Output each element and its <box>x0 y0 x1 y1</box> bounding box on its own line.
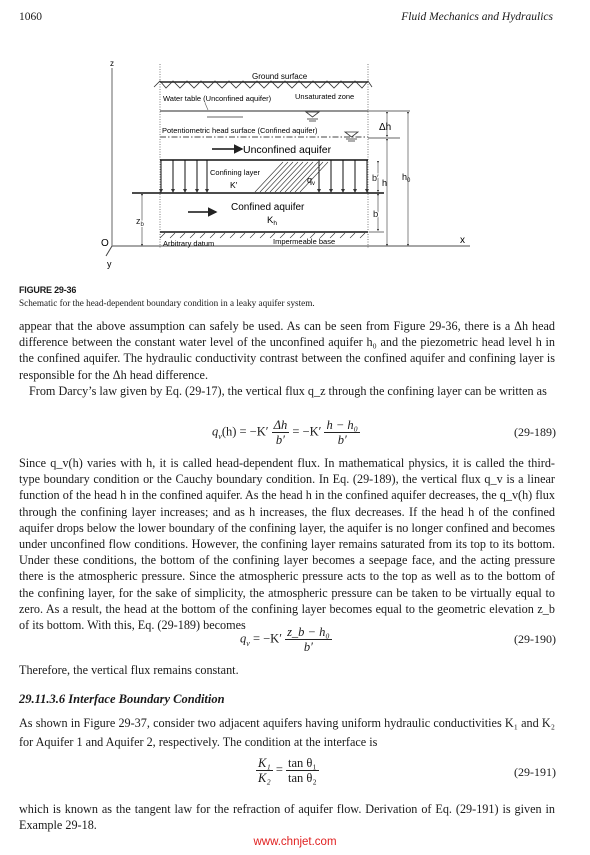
base-hatch-line <box>159 232 166 239</box>
eq189-frac1: Δh b′ <box>271 418 290 447</box>
base-hatch-line <box>189 232 196 239</box>
watermark[interactable]: www.chnjet.com <box>0 836 590 848</box>
eq189-number: (29-189) <box>514 425 556 439</box>
aquifer-schematic: z x y O Ground surface Water table (Unco… <box>101 59 470 269</box>
zb-label: zb <box>136 216 145 228</box>
paragraph-5: As shown in Figure 29-37, consider two a… <box>19 716 555 749</box>
eq191-frac2: tan θ₁ tan θ₂ <box>286 756 319 785</box>
confining-k-label: K′ <box>230 180 238 190</box>
page-number: 1060 <box>19 11 42 23</box>
base-hatch-line <box>349 232 356 239</box>
b-prime-label: b′ <box>372 173 379 183</box>
base-hatch-line <box>219 232 226 239</box>
eq190-number: (29-190) <box>514 632 556 646</box>
vertical-flux-arrows <box>159 160 369 193</box>
paragraph-6: which is known as the tangent law for th… <box>19 802 555 833</box>
water-table-label: Water table (Unconfined aquifer) <box>163 94 272 103</box>
base-hatch-line <box>209 232 216 239</box>
base-hatch-line <box>179 232 186 239</box>
eq191-number: (29-191) <box>514 765 556 779</box>
eq190-frac: z_b − h₀ b′ <box>285 625 332 654</box>
base-hatch-line <box>259 232 266 239</box>
base-hatch-line <box>339 232 346 239</box>
figure-caption: Schematic for the head-dependent boundar… <box>19 298 315 308</box>
potentiometric-label: Potentiometric head surface (Confined aq… <box>162 126 318 135</box>
confining-layer-label: Confining layer <box>210 168 261 177</box>
paragraph-4: Therefore, the vertical flux remains con… <box>19 663 239 677</box>
unconfined-aquifer-label: Unconfined aquifer <box>243 144 332 156</box>
running-title: Fluid Mechanics and Hydraulics <box>401 11 553 23</box>
eq189-arg: (h) = −K′ <box>221 424 269 439</box>
ground-surface-label: Ground surface <box>252 72 308 81</box>
impermeable-base-label: Impermeable base <box>273 237 335 246</box>
confined-k-label: Kh <box>267 215 277 227</box>
potentiometric-symbol <box>343 131 360 138</box>
z-axis-label: z <box>110 59 114 68</box>
figure-label: FIGURE 29-36 <box>19 285 77 295</box>
confined-aquifer-label: Confined aquifer <box>231 202 305 213</box>
water-table-symbol <box>304 111 321 118</box>
base-hatch-line <box>169 232 176 239</box>
delta-h-label: Δh <box>379 122 391 133</box>
base-hatch-line <box>229 232 236 239</box>
paragraph-3: Since q_v(h) varies with h, it is called… <box>19 456 555 633</box>
paragraph-2: From Darcy’s law given by Eq. (29-17), t… <box>29 384 547 398</box>
b-label: b <box>373 209 378 220</box>
eq191-frac1: K₁ K₂ <box>256 756 273 785</box>
y-axis-label: y <box>107 259 112 269</box>
base-hatch-line <box>249 232 256 239</box>
h-label: h <box>382 178 387 188</box>
origin-label: O <box>101 238 109 249</box>
confining-layer-hatch <box>254 161 329 193</box>
base-hatch-line <box>359 232 366 239</box>
h0-label: h0 <box>402 172 411 184</box>
arbitrary-datum-label: Arbitrary datum <box>163 239 214 248</box>
eq189-frac2: h − h₀ b′ <box>324 418 360 447</box>
paragraph-1: appear that the above assumption can saf… <box>19 319 555 382</box>
x-axis-label: x <box>460 235 465 246</box>
base-hatch-line <box>199 232 206 239</box>
unsaturated-zone-label: Unsaturated zone <box>295 92 354 101</box>
section-heading: 29.11.3.6 Interface Boundary Condition <box>19 692 225 706</box>
base-hatch-line <box>239 232 246 239</box>
